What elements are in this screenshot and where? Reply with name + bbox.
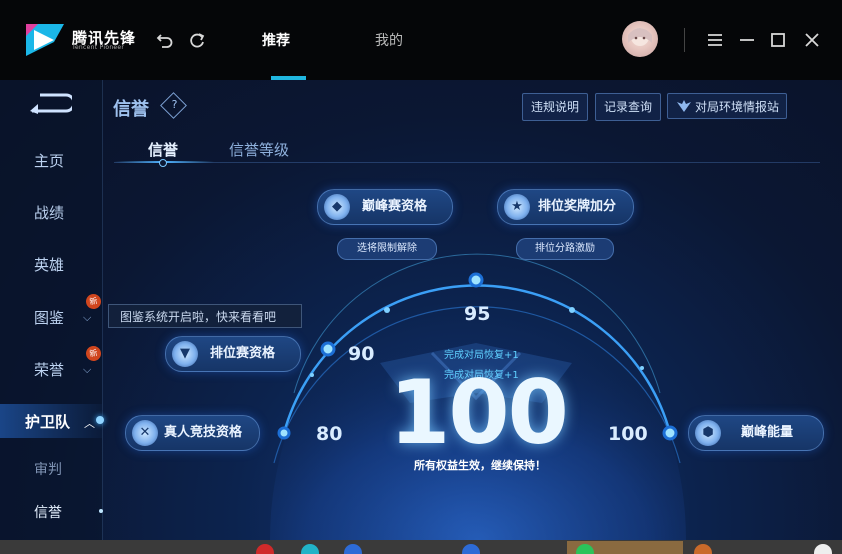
codex-tooltip: 图鉴系统开启啦，快来看看吧	[108, 304, 302, 328]
tab-mine[interactable]: 我的	[375, 30, 403, 50]
chevron-down-icon[interactable]: ⌵	[83, 311, 91, 325]
sidebar-item-home[interactable]: 主页	[0, 150, 100, 171]
close-icon[interactable]	[802, 30, 822, 50]
wings-icon	[677, 100, 691, 112]
subtab-credit-level[interactable]: 信誉等级	[229, 139, 289, 160]
star-medal-icon: ★	[504, 194, 530, 220]
ranked-qualification-badge[interactable]: ▼ 排位赛资格	[165, 336, 301, 372]
recover-hint: 完成对局恢复+1	[444, 350, 519, 361]
sidebar-item-record[interactable]: 战绩	[0, 202, 100, 223]
credit-status: 所有权益生效，继续保持！	[414, 459, 546, 472]
gauge-mark-80: 80	[316, 423, 343, 445]
sidebar-item-hero[interactable]: 英雄	[0, 254, 100, 275]
crossed-swords-icon: ✕	[132, 420, 158, 446]
match-environment-button[interactable]: 对局环境情报站	[667, 93, 787, 119]
refresh-icon[interactable]	[187, 30, 207, 50]
sidebar-item-judge[interactable]: 审判	[0, 459, 100, 479]
peak-qualification-badge[interactable]: ◆ 巅峰赛资格	[317, 189, 453, 225]
gauge-node-100	[662, 425, 678, 441]
gauge-node-80	[277, 426, 291, 440]
page-title: 信誉	[113, 99, 149, 120]
credit-score: 100	[389, 361, 569, 464]
undo-icon[interactable]	[155, 30, 175, 50]
sidebar-active-dot	[96, 416, 104, 424]
logo-subtext: Tencent Pioneer	[72, 44, 125, 51]
real-person-qualification-badge[interactable]: ✕ 真人竞技资格	[125, 415, 260, 451]
subtab-credit[interactable]: 信誉	[148, 139, 178, 160]
gauge-node-95	[468, 272, 484, 288]
help-icon[interactable]: ?	[166, 96, 183, 113]
peak-sub-tag: 选将限制解除	[337, 238, 437, 260]
maximize-icon[interactable]	[768, 30, 788, 50]
tencent-pioneer-logo-icon	[26, 24, 64, 56]
energy-cube-icon: ⬢	[695, 420, 721, 446]
gauge-mark-90: 90	[348, 343, 375, 365]
sidebar-item-credit[interactable]: 信誉	[0, 502, 100, 522]
match-environment-label: 对局环境情报站	[694, 100, 779, 114]
record-query-button[interactable]: 记录查询	[595, 93, 661, 121]
gauge-node-90	[320, 341, 336, 357]
peak-diamond-icon: ◆	[324, 194, 350, 220]
back-arrow-icon[interactable]	[26, 92, 72, 114]
violation-rules-button[interactable]: 违规说明	[522, 93, 588, 121]
tab-recommend[interactable]: 推荐	[262, 30, 290, 50]
minimize-icon[interactable]	[737, 30, 757, 50]
peak-energy-badge[interactable]: ⬢ 巅峰能量	[688, 415, 824, 451]
sidebar-selected-dot	[99, 509, 103, 513]
os-taskbar	[0, 540, 842, 554]
chevron-up-icon[interactable]: ︿	[84, 415, 95, 431]
subtab-divider	[114, 162, 820, 163]
rank-sub-tag: 排位分路激励	[516, 238, 614, 260]
menu-icon[interactable]	[705, 30, 725, 50]
gauge-mark-95: 95	[464, 303, 491, 325]
chevron-down-icon[interactable]: ⌵	[83, 363, 91, 377]
wings-badge-icon: ▼	[172, 341, 198, 367]
avatar[interactable]	[622, 21, 658, 57]
subtab-active-dot	[159, 159, 167, 167]
gauge-mark-100: 100	[608, 423, 648, 445]
rank-star-bonus-badge[interactable]: ★ 排位奖牌加分	[497, 189, 634, 225]
title-bar-divider	[684, 28, 685, 52]
